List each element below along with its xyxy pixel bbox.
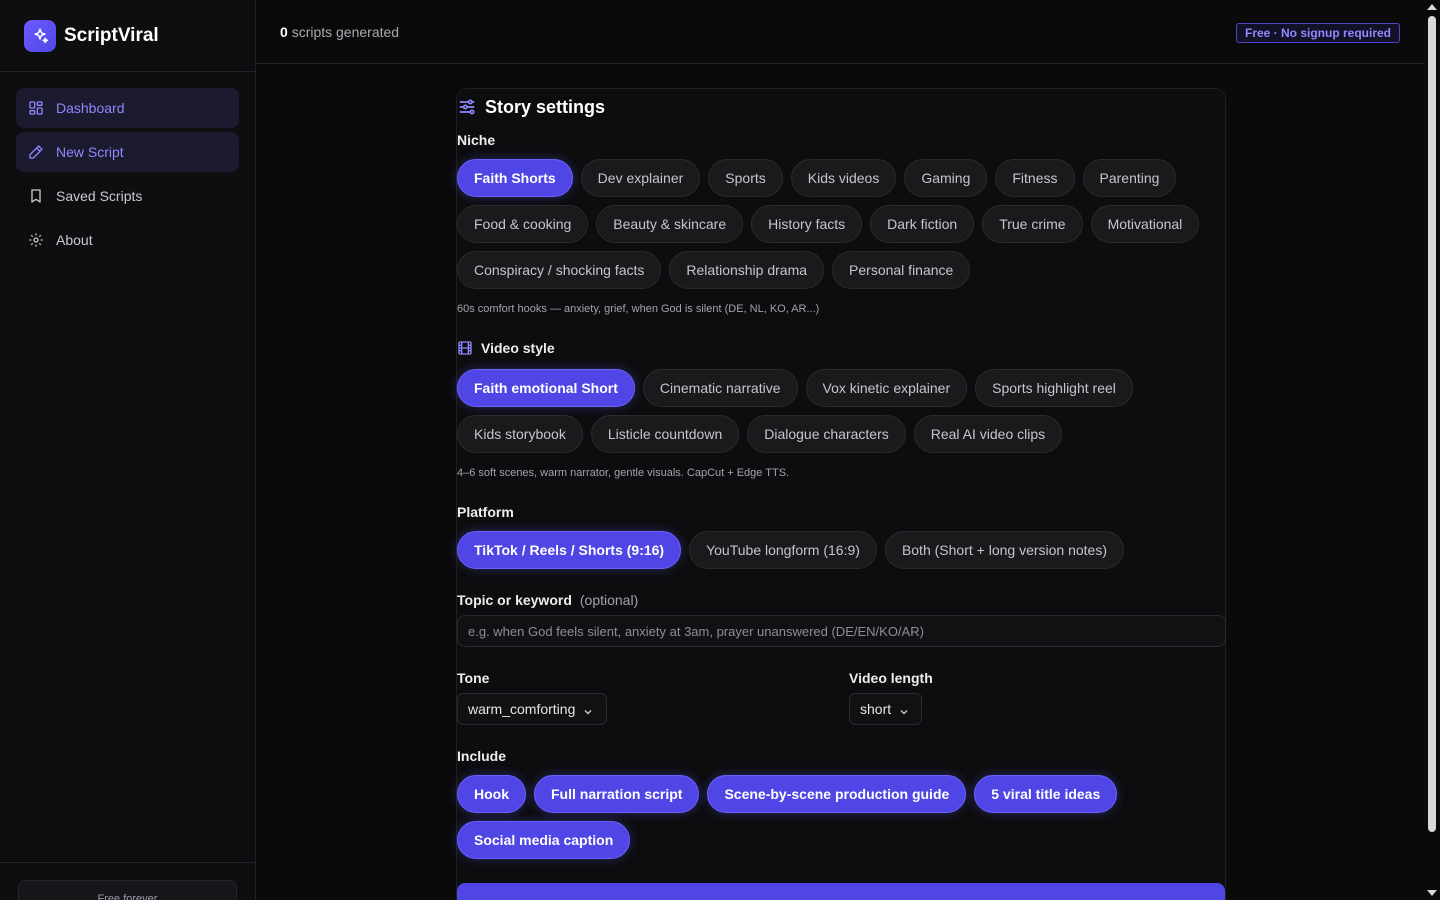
include-chip-titles[interactable]: 5 viral title ideas [974,775,1118,813]
sidebar-item-new-script[interactable]: New Script [16,132,239,172]
niche-row-3: Conspiracy / shocking facts Relationship… [457,251,971,289]
scroll-up-arrow-icon[interactable] [1427,4,1437,10]
include-row-1: Hook Full narration script Scene-by-scen… [457,775,1118,813]
sliders-icon [457,97,477,117]
platform-chip-both[interactable]: Both (Short + long version notes) [884,531,1124,569]
grid-icon [28,100,44,116]
niche-chip-history-facts[interactable]: History facts [751,205,863,243]
platform-row: TikTok / Reels / Shorts (9:16) YouTube l… [457,531,1124,569]
film-icon [457,340,473,356]
bookmark-icon [28,188,44,204]
footer-card: Free forever [18,880,237,900]
platform-chip-youtube-longform[interactable]: YouTube longform (16:9) [689,531,877,569]
niche-chip-fitness[interactable]: Fitness [995,159,1075,197]
story-settings-title: Story settings [485,96,606,117]
gear-icon [28,232,44,248]
niche-chip-true-crime[interactable]: True crime [982,205,1083,243]
scripts-count: 0 scripts generated [280,24,399,40]
style-chip-real-ai-clips[interactable]: Real AI video clips [913,415,1063,453]
niche-chip-personal-finance[interactable]: Personal finance [832,251,971,289]
niche-hint: 60s comfort hooks — anxiety, grief, when… [457,303,820,315]
topic-label-text: Topic or keyword [457,592,572,608]
topic-label: Topic or keyword (optional) [457,592,638,608]
length-select[interactable]: short [849,693,922,725]
include-row-2: Social media caption [457,821,631,859]
niche-chip-food-cooking[interactable]: Food & cooking [457,205,589,243]
generate-button[interactable] [457,883,1225,900]
niche-chip-kids-videos[interactable]: Kids videos [790,159,897,197]
sidebar-nav: Dashboard New Script Saved Scripts About [0,72,255,280]
video-style-label: Video style [457,340,555,356]
scripts-count-value: 0 [280,24,288,40]
brand[interactable]: ScriptViral [0,0,255,72]
platform-label: Platform [457,504,514,520]
niche-chip-parenting[interactable]: Parenting [1082,159,1177,197]
sidebar-item-label: About [56,232,93,248]
scrollbar[interactable] [1424,0,1440,900]
style-chip-vox-kinetic[interactable]: Vox kinetic explainer [805,369,968,407]
scroll-thumb[interactable] [1428,16,1436,832]
app-root: ScriptViral Dashboard New Script Saved S… [0,0,1440,900]
niche-chip-faith-shorts[interactable]: Faith Shorts [457,159,573,197]
scripts-count-label: scripts generated [291,24,400,40]
tone-select[interactable]: warm_comforting [457,693,607,725]
topic-input[interactable] [457,615,1226,647]
pencil-icon [28,144,44,160]
chevron-down-icon [899,704,909,715]
niche-row-2: Food & cooking Beauty & skincare History… [457,205,1200,243]
length-value: short [860,701,892,717]
niche-row-1: Faith Shorts Dev explainer Sports Kids v… [457,159,1177,197]
sidebar-item-dashboard[interactable]: Dashboard [16,88,239,128]
style-chip-faith-emotional[interactable]: Faith emotional Short [457,369,635,407]
video-style-label-text: Video style [481,340,555,356]
story-settings-card: Story settings Niche Faith Shorts Dev ex… [456,88,1226,900]
card-title: Story settings [457,95,605,119]
niche-chip-dev-explainer[interactable]: Dev explainer [580,159,701,197]
scroll-down-arrow-icon[interactable] [1427,890,1437,896]
sidebar-item-label: New Script [56,144,124,160]
length-label: Video length [849,670,933,686]
style-row-2: Kids storybook Listicle countdown Dialog… [457,415,1063,453]
brand-name: ScriptViral [64,24,159,46]
topic-optional: (optional) [579,592,639,608]
video-style-hint: 4–6 soft scenes, warm narrator, gentle v… [457,467,790,479]
top-bar: 0 scripts generated Free · No signup req… [256,0,1424,64]
niche-chip-conspiracy[interactable]: Conspiracy / shocking facts [457,251,662,289]
tone-label: Tone [457,670,490,686]
sidebar-item-label: Saved Scripts [56,188,143,204]
chevron-down-icon [583,704,593,715]
sidebar-item-label: Dashboard [56,100,125,116]
style-chip-sports-highlight[interactable]: Sports highlight reel [975,369,1133,407]
sidebar-item-saved-scripts[interactable]: Saved Scripts [16,176,239,216]
include-chip-hook[interactable]: Hook [457,775,526,813]
niche-chip-sports[interactable]: Sports [708,159,783,197]
style-chip-cinematic[interactable]: Cinematic narrative [642,369,798,407]
niche-chip-dark-fiction[interactable]: Dark fiction [870,205,975,243]
sidebar: ScriptViral Dashboard New Script Saved S… [0,0,256,900]
style-chip-kids-storybook[interactable]: Kids storybook [457,415,583,453]
sidebar-item-about[interactable]: About [16,220,239,260]
niche-chip-relationship-drama[interactable]: Relationship drama [669,251,825,289]
niche-chip-beauty-skincare[interactable]: Beauty & skincare [596,205,744,243]
sidebar-footer: Free forever [0,862,255,900]
include-chip-narration[interactable]: Full narration script [534,775,700,813]
niche-chip-motivational[interactable]: Motivational [1090,205,1200,243]
include-label: Include [457,748,507,764]
platform-chip-shorts[interactable]: TikTok / Reels / Shorts (9:16) [457,531,682,569]
include-chip-caption[interactable]: Social media caption [457,821,631,859]
style-chip-listicle[interactable]: Listicle countdown [590,415,740,453]
free-badge: Free · No signup required [1235,23,1400,43]
niche-label: Niche [457,132,496,148]
include-chip-scene-guide[interactable]: Scene-by-scene production guide [707,775,967,813]
style-chip-dialogue[interactable]: Dialogue characters [747,415,906,453]
tone-value: warm_comforting [468,701,576,717]
sparkles-icon [24,19,56,52]
niche-chip-gaming[interactable]: Gaming [904,159,988,197]
style-row-1: Faith emotional Short Cinematic narrativ… [457,369,1133,407]
